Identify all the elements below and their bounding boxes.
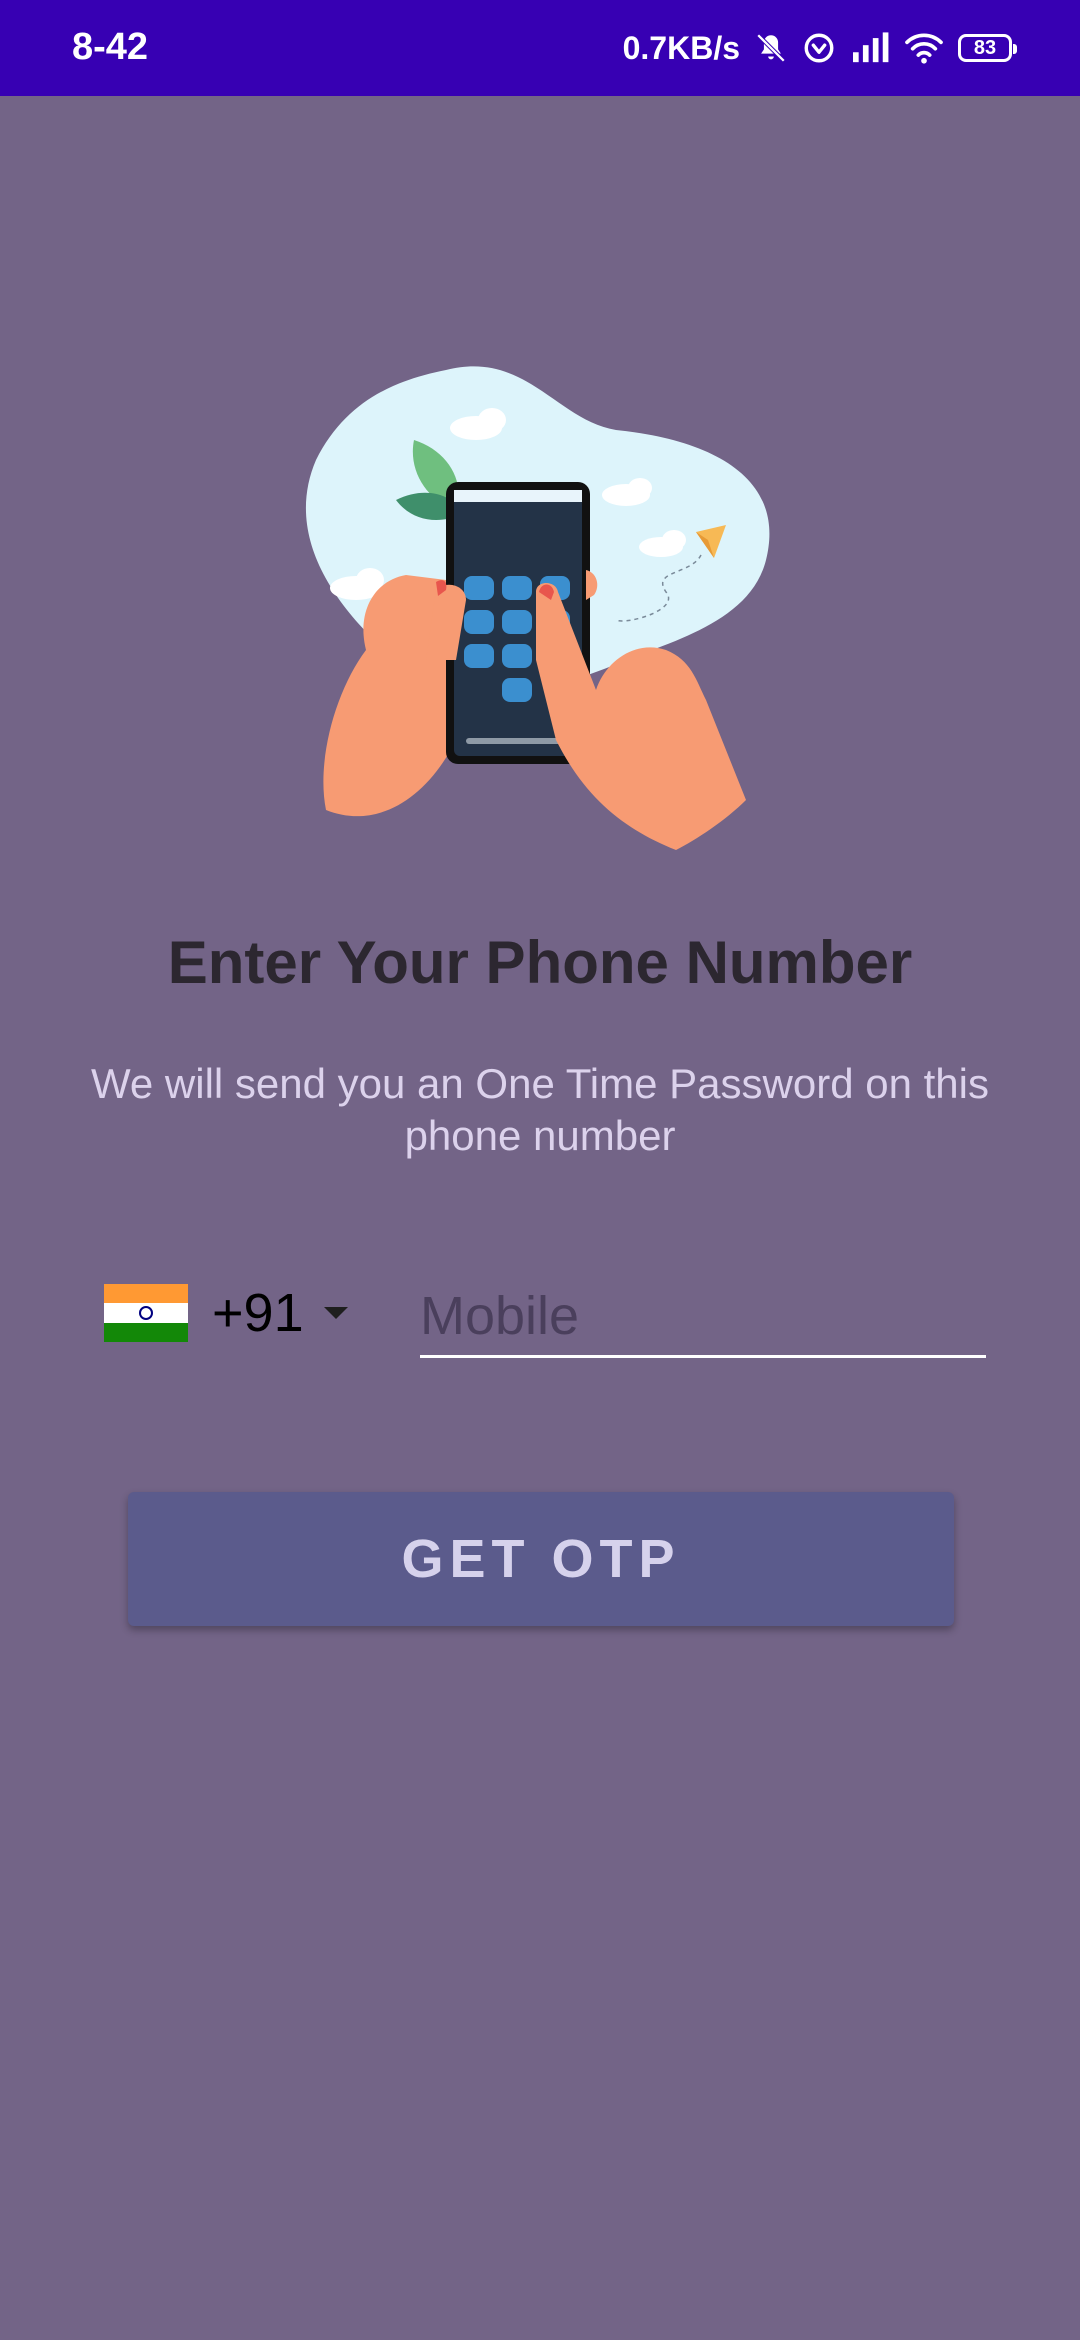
status-bar: 8-42 0.7KB/s 83: [0, 0, 1080, 96]
page-title: Enter Your Phone Number: [167, 929, 913, 996]
otp-description: We will send you an One Time Password on…: [91, 1060, 989, 1159]
status-time: 8-42: [72, 26, 149, 68]
signal-icon: [850, 31, 890, 65]
mobile-input[interactable]: [420, 1276, 986, 1355]
battery-icon: 83: [958, 34, 1017, 62]
get-otp-button[interactable]: GET OTP: [128, 1492, 954, 1626]
mobile-field[interactable]: [420, 1276, 986, 1358]
india-flag-icon: [104, 1284, 188, 1342]
mute-icon: [754, 31, 788, 65]
status-icons: 0.7KB/s 83: [622, 24, 1017, 72]
wifi-icon: [904, 31, 944, 65]
vpn-icon: [802, 31, 836, 65]
dial-code: +91: [212, 1283, 304, 1343]
network-speed: 0.7KB/s: [622, 29, 740, 66]
country-code-picker[interactable]: +91: [104, 1280, 348, 1346]
dropdown-arrow-icon: [323, 1307, 348, 1319]
hand-holding-phone-illustration: [296, 360, 786, 860]
